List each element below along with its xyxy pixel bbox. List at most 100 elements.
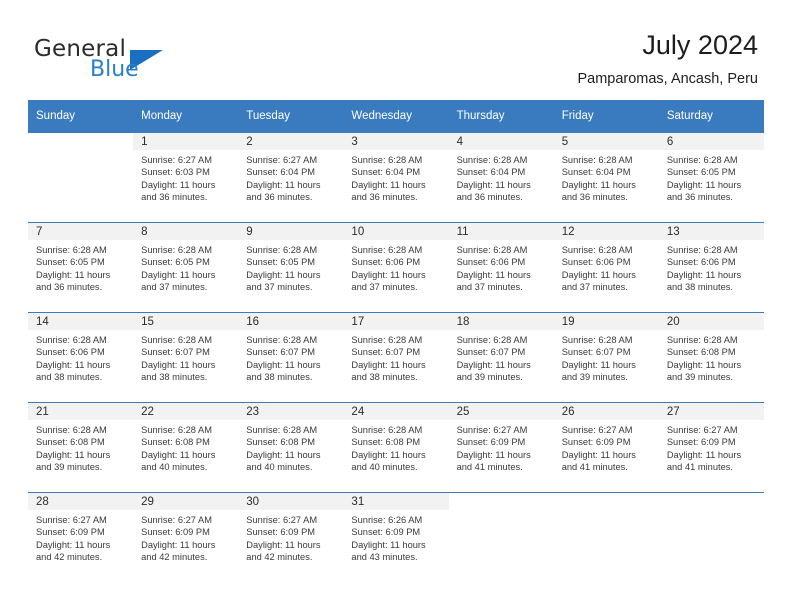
calendar-day-cell[interactable]: 20 Sunrise: 6:28 AM Sunset: 6:08 PM Dayligh… bbox=[658, 312, 764, 403]
daylight-text-line2: and 42 minutes. bbox=[246, 551, 313, 562]
day-cell-inner bbox=[28, 133, 134, 222]
calendar-day-cell[interactable]: 30 Sunrise: 6:27 AM Sunset: 6:09 PM Dayligh… bbox=[238, 492, 344, 582]
calendar-day-cell[interactable]: 21 Sunrise: 6:28 AM Sunset: 6:08 PM Dayligh… bbox=[28, 402, 134, 493]
day-number: 13 bbox=[658, 223, 764, 240]
day-details: Sunrise: 6:28 AM Sunset: 6:06 PM Daylight:… bbox=[659, 240, 764, 293]
calendar-day-cell[interactable]: 10 Sunrise: 6:28 AM Sunset: 6:06 PM Dayligh… bbox=[343, 222, 449, 313]
calendar-day-cell[interactable]: 28 Sunrise: 6:27 AM Sunset: 6:09 PM Dayligh… bbox=[28, 492, 134, 582]
calendar-day-cell[interactable]: 6 Sunrise: 6:28 AM Sunset: 6:05 PM Daylight… bbox=[658, 132, 764, 223]
day-cell-inner: 4 Sunrise: 6:28 AM Sunset: 6:04 PM Daylight… bbox=[448, 133, 554, 222]
daylight-text-line1: Daylight: 11 hours bbox=[351, 449, 426, 460]
calendar-day-cell[interactable]: 1 Sunrise: 6:27 AM Sunset: 6:03 PM Daylight… bbox=[133, 132, 239, 223]
calendar-day-cell[interactable]: 8 Sunrise: 6:28 AM Sunset: 6:05 PM Daylight… bbox=[133, 222, 239, 313]
calendar-day-cell[interactable]: 16 Sunrise: 6:28 AM Sunset: 6:07 PM Dayligh… bbox=[238, 312, 344, 403]
sunrise-text: Sunrise: 6:28 AM bbox=[351, 245, 423, 255]
calendar-day-cell[interactable]: 19 Sunrise: 6:28 AM Sunset: 6:07 PM Dayligh… bbox=[553, 312, 659, 403]
calendar-week-row: 14 Sunrise: 6:28 AM Sunset: 6:06 PM Dayligh… bbox=[28, 312, 764, 403]
day-cell-inner: 31 Sunrise: 6:26 AM Sunset: 6:09 PM Dayligh… bbox=[343, 493, 449, 582]
calendar-day-cell[interactable]: 22 Sunrise: 6:28 AM Sunset: 6:08 PM Dayligh… bbox=[133, 402, 239, 493]
calendar-day-cell[interactable]: 3 Sunrise: 6:28 AM Sunset: 6:04 PM Daylight… bbox=[343, 132, 449, 223]
calendar-day-cell[interactable]: 2 Sunrise: 6:27 AM Sunset: 6:04 PM Daylight… bbox=[238, 132, 344, 223]
daylight-text-line2: and 37 minutes. bbox=[561, 281, 628, 292]
page-title: July 2024 bbox=[642, 30, 758, 60]
sunset-text: Sunset: 6:09 PM bbox=[141, 527, 210, 538]
daylight-text-line1: Daylight: 11 hours bbox=[666, 359, 742, 370]
calendar-day-cell[interactable]: 14 Sunrise: 6:28 AM Sunset: 6:06 PM Dayligh… bbox=[28, 312, 134, 403]
day-number: 26 bbox=[553, 403, 659, 420]
calendar-day-cell[interactable]: 11 Sunrise: 6:28 AM Sunset: 6:06 PM Dayligh… bbox=[448, 222, 554, 313]
day-cell-inner: 27 Sunrise: 6:27 AM Sunset: 6:09 PM Dayligh… bbox=[658, 403, 764, 492]
sunrise-text: Sunrise: 6:28 AM bbox=[666, 155, 738, 165]
day-number: 30 bbox=[238, 493, 344, 510]
sunset-text: Sunset: 6:06 PM bbox=[36, 347, 105, 358]
day-cell-inner: 6 Sunrise: 6:28 AM Sunset: 6:05 PM Daylight… bbox=[658, 133, 764, 222]
calendar-day-cell[interactable]: 5 Sunrise: 6:28 AM Sunset: 6:04 PM Daylight… bbox=[553, 132, 659, 223]
calendar-day-cell[interactable]: 13 Sunrise: 6:28 AM Sunset: 6:06 PM Dayligh… bbox=[658, 222, 764, 313]
day-number: 7 bbox=[28, 223, 134, 240]
day-cell-inner: 3 Sunrise: 6:28 AM Sunset: 6:04 PM Daylight… bbox=[343, 133, 449, 222]
day-cell-inner: 14 Sunrise: 6:28 AM Sunset: 6:06 PM Dayligh… bbox=[28, 313, 134, 402]
weekday-header-tuesday: Tuesday bbox=[238, 100, 344, 133]
weekday-header-friday: Friday bbox=[553, 100, 659, 133]
day-number: 1 bbox=[133, 133, 239, 150]
calendar-day-cell[interactable]: 4 Sunrise: 6:28 AM Sunset: 6:04 PM Daylight… bbox=[448, 132, 554, 223]
daylight-text-line1: Daylight: 11 hours bbox=[36, 359, 111, 370]
calendar-day-cell[interactable]: 23 Sunrise: 6:28 AM Sunset: 6:08 PM Dayligh… bbox=[238, 402, 344, 493]
day-number: 31 bbox=[343, 493, 449, 510]
calendar-day-cell[interactable]: 31 Sunrise: 6:26 AM Sunset: 6:09 PM Dayligh… bbox=[343, 492, 449, 582]
daylight-text-line1: Daylight: 11 hours bbox=[246, 449, 321, 460]
calendar-day-cell[interactable]: 29 Sunrise: 6:27 AM Sunset: 6:09 PM Dayligh… bbox=[133, 492, 239, 582]
day-details: Sunrise: 6:27 AM Sunset: 6:03 PM Daylight:… bbox=[133, 150, 238, 203]
general-blue-logo[interactable]: General Blue bbox=[34, 36, 254, 92]
day-number: 19 bbox=[553, 313, 659, 330]
weekday-header-sunday: Sunday bbox=[28, 100, 134, 133]
sunset-text: Sunset: 6:08 PM bbox=[36, 437, 105, 448]
sunrise-text: Sunrise: 6:28 AM bbox=[561, 335, 633, 345]
day-number bbox=[448, 493, 554, 510]
daylight-text-line1: Daylight: 11 hours bbox=[246, 359, 321, 370]
calendar-day-cell[interactable]: 24 Sunrise: 6:28 AM Sunset: 6:08 PM Dayligh… bbox=[343, 402, 449, 493]
calendar-day-cell[interactable]: 7 Sunrise: 6:28 AM Sunset: 6:05 PM Daylight… bbox=[28, 222, 134, 313]
day-details: Sunrise: 6:28 AM Sunset: 6:08 PM Daylight:… bbox=[28, 420, 133, 473]
daylight-text-line1: Daylight: 11 hours bbox=[666, 179, 742, 190]
calendar-day-cell[interactable]: 25 Sunrise: 6:27 AM Sunset: 6:09 PM Dayligh… bbox=[448, 402, 554, 493]
sunset-text: Sunset: 6:07 PM bbox=[456, 347, 526, 358]
title-block: July 2024 Pamparomas, Ancash, Peru bbox=[577, 28, 758, 90]
calendar-week-row: 28 Sunrise: 6:27 AM Sunset: 6:09 PM Dayligh… bbox=[28, 492, 764, 582]
calendar-day-cell[interactable]: 9 Sunrise: 6:28 AM Sunset: 6:05 PM Daylight… bbox=[238, 222, 344, 313]
logo-text-blue: Blue bbox=[90, 57, 139, 82]
sunset-text: Sunset: 6:07 PM bbox=[246, 347, 316, 358]
daylight-text-line2: and 42 minutes. bbox=[141, 551, 208, 562]
weekday-header-wednesday: Wednesday bbox=[343, 100, 449, 133]
calendar-day-cell[interactable]: 12 Sunrise: 6:28 AM Sunset: 6:06 PM Dayligh… bbox=[553, 222, 659, 313]
daylight-text-line1: Daylight: 11 hours bbox=[561, 179, 636, 190]
daylight-text-line1: Daylight: 11 hours bbox=[246, 269, 321, 280]
daylight-text-line1: Daylight: 11 hours bbox=[456, 449, 531, 460]
calendar-day-cell[interactable]: 18 Sunrise: 6:28 AM Sunset: 6:07 PM Dayligh… bbox=[448, 312, 554, 403]
weekday-header-saturday: Saturday bbox=[658, 100, 764, 133]
calendar-day-cell[interactable]: 17 Sunrise: 6:28 AM Sunset: 6:07 PM Dayligh… bbox=[343, 312, 449, 403]
daylight-text-line2: and 39 minutes. bbox=[456, 371, 523, 382]
sunset-text: Sunset: 6:08 PM bbox=[246, 437, 316, 448]
sunset-text: Sunset: 6:06 PM bbox=[456, 257, 526, 268]
day-details: Sunrise: 6:28 AM Sunset: 6:06 PM Daylight:… bbox=[343, 240, 448, 293]
calendar-day-cell[interactable]: 27 Sunrise: 6:27 AM Sunset: 6:09 PM Dayligh… bbox=[658, 402, 764, 493]
sunrise-text: Sunrise: 6:28 AM bbox=[141, 245, 212, 255]
day-number: 20 bbox=[658, 313, 764, 330]
daylight-text-line1: Daylight: 11 hours bbox=[141, 449, 216, 460]
calendar-week-row: 1 Sunrise: 6:27 AM Sunset: 6:03 PM Daylight… bbox=[28, 132, 764, 223]
day-number: 2 bbox=[238, 133, 344, 150]
daylight-text-line2: and 39 minutes. bbox=[666, 371, 733, 382]
calendar-day-cell[interactable]: 15 Sunrise: 6:28 AM Sunset: 6:07 PM Dayligh… bbox=[133, 312, 239, 403]
calendar-day-cell[interactable]: 26 Sunrise: 6:27 AM Sunset: 6:09 PM Dayligh… bbox=[553, 402, 659, 493]
day-cell-inner: 25 Sunrise: 6:27 AM Sunset: 6:09 PM Dayligh… bbox=[448, 403, 554, 492]
sunset-text: Sunset: 6:07 PM bbox=[141, 347, 210, 358]
calendar-empty-cell bbox=[28, 132, 134, 223]
daylight-text-line1: Daylight: 11 hours bbox=[666, 269, 742, 280]
sunset-text: Sunset: 6:09 PM bbox=[351, 527, 421, 538]
sunset-text: Sunset: 6:04 PM bbox=[246, 167, 316, 178]
day-number: 17 bbox=[343, 313, 449, 330]
sunset-text: Sunset: 6:06 PM bbox=[561, 257, 631, 268]
day-cell-inner: 22 Sunrise: 6:28 AM Sunset: 6:08 PM Dayligh… bbox=[133, 403, 239, 492]
daylight-text-line2: and 38 minutes. bbox=[141, 371, 208, 382]
